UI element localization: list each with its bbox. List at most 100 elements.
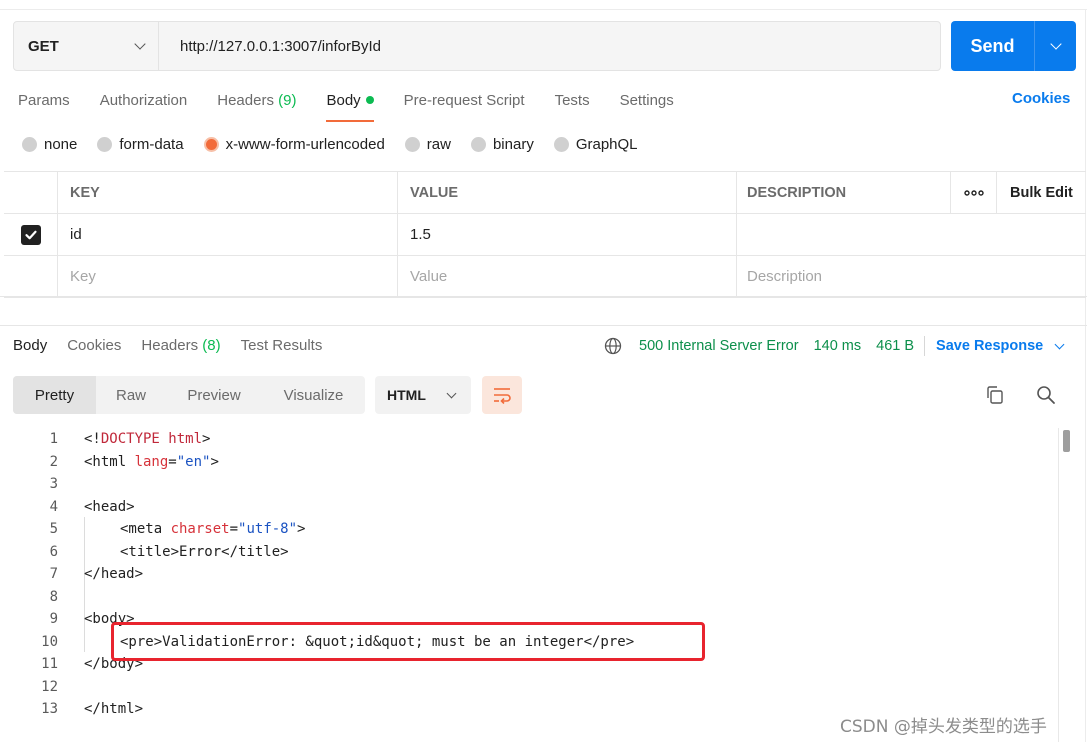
radio-binary[interactable]: binary bbox=[470, 136, 534, 153]
line-number: 10 bbox=[41, 633, 58, 650]
line-number: 6 bbox=[49, 543, 58, 560]
format-pretty[interactable]: Pretty bbox=[13, 376, 96, 414]
section-gap bbox=[0, 296, 1087, 324]
url-bar: GET http://127.0.0.1:3007/inforById bbox=[13, 21, 941, 71]
resp-tab-test-results[interactable]: Test Results bbox=[241, 337, 323, 354]
language-label: HTML bbox=[387, 387, 426, 403]
radio-label: raw bbox=[426, 136, 451, 153]
radio-circle-selected bbox=[203, 137, 219, 152]
code-line: 5 <meta charset="utf-8"> bbox=[0, 518, 1058, 541]
radio-label: none bbox=[44, 136, 78, 153]
copy-icon[interactable] bbox=[984, 384, 1006, 406]
tab-body-label: Body bbox=[326, 92, 361, 109]
response-size[interactable]: 461 B bbox=[876, 338, 914, 354]
format-visualize[interactable]: Visualize bbox=[262, 376, 365, 414]
row-checkbox[interactable] bbox=[4, 214, 58, 255]
scrollbar-track bbox=[1058, 428, 1059, 742]
header-check-cell bbox=[4, 172, 58, 213]
wrap-lines-button[interactable] bbox=[482, 376, 522, 414]
line-number: 1 bbox=[49, 431, 58, 447]
line-number: 3 bbox=[49, 476, 58, 492]
code-token: DOCTYPE bbox=[100, 431, 160, 447]
language-select[interactable]: HTML bbox=[375, 376, 471, 414]
code-line: 7 </head> bbox=[0, 563, 1058, 586]
line-number: 8 bbox=[49, 588, 58, 605]
send-options-button[interactable] bbox=[1035, 21, 1076, 71]
radio-label: form-data bbox=[119, 136, 184, 153]
line-number: 7 bbox=[49, 566, 58, 582]
scrollbar-thumb[interactable] bbox=[1063, 430, 1070, 452]
radio-form-data[interactable]: form-data bbox=[97, 136, 184, 153]
code-line: 2 <html lang="en"> bbox=[0, 451, 1058, 474]
line-number: 9 bbox=[49, 611, 58, 627]
code-line: 3 bbox=[0, 473, 1058, 496]
right-border bbox=[1085, 10, 1086, 742]
resp-tab-body[interactable]: Body bbox=[13, 337, 47, 354]
key-cell[interactable]: id bbox=[58, 214, 398, 255]
tab-authorization[interactable]: Authorization bbox=[100, 88, 188, 124]
bulk-edit-button[interactable]: Bulk Edit bbox=[997, 172, 1086, 213]
code-text: <html lang="en"> bbox=[84, 451, 219, 474]
radio-graphql[interactable]: GraphQL bbox=[553, 136, 638, 153]
code-token: "en" bbox=[176, 453, 211, 470]
header-value: VALUE bbox=[398, 172, 737, 213]
radio-none[interactable]: none bbox=[22, 136, 77, 153]
radio-circle bbox=[22, 137, 37, 152]
send-button-group: Send bbox=[951, 21, 1076, 71]
line-number: 4 bbox=[49, 498, 58, 515]
checkbox-checked bbox=[20, 224, 41, 245]
method-select[interactable]: GET bbox=[14, 22, 159, 70]
response-time[interactable]: 140 ms bbox=[814, 338, 862, 354]
empty-check-cell bbox=[4, 256, 58, 297]
code-token: > bbox=[202, 431, 211, 447]
save-response-button[interactable]: Save Response bbox=[936, 338, 1065, 354]
resp-tab-headers[interactable]: Headers (8) bbox=[141, 337, 220, 354]
code-text: </head> bbox=[84, 566, 144, 582]
url-input[interactable]: http://127.0.0.1:3007/inforById bbox=[159, 22, 940, 70]
resp-tab-cookies[interactable]: Cookies bbox=[67, 337, 121, 354]
divider bbox=[924, 336, 926, 356]
code-token: html bbox=[159, 431, 203, 447]
format-raw[interactable]: Raw bbox=[96, 376, 166, 414]
table-header-row: KEY VALUE DESCRIPTION Bulk Edit bbox=[4, 172, 1086, 214]
response-code-viewer[interactable]: 1 <!DOCTYPE html> 2 <html lang="en"> 3 4 <h… bbox=[0, 428, 1058, 721]
code-line: 12 bbox=[0, 676, 1058, 699]
cookies-link[interactable]: Cookies bbox=[1012, 90, 1070, 107]
description-cell[interactable] bbox=[737, 214, 1086, 255]
tab-tests[interactable]: Tests bbox=[555, 88, 590, 124]
code-text: </html> bbox=[84, 701, 144, 717]
send-button[interactable]: Send bbox=[951, 21, 1035, 71]
radio-raw[interactable]: raw bbox=[404, 136, 451, 153]
table-row-empty: Key Value Description bbox=[4, 256, 1086, 298]
tab-prerequest-script[interactable]: Pre-request Script bbox=[404, 88, 525, 124]
code-token: = bbox=[168, 453, 177, 470]
search-icon[interactable] bbox=[1035, 384, 1057, 406]
line-number: 5 bbox=[49, 521, 58, 537]
tab-headers[interactable]: Headers (9) bbox=[217, 88, 296, 124]
tab-body[interactable]: Body bbox=[326, 88, 374, 124]
chevron-down-icon bbox=[1049, 38, 1062, 50]
header-description: DESCRIPTION bbox=[737, 172, 951, 213]
code-token: = bbox=[229, 521, 239, 537]
tab-settings[interactable]: Settings bbox=[620, 88, 674, 124]
code-line: 1 <!DOCTYPE html> bbox=[0, 428, 1058, 451]
format-preview[interactable]: Preview bbox=[166, 376, 262, 414]
method-label: GET bbox=[28, 37, 59, 55]
divider bbox=[0, 325, 1087, 326]
code-token: > bbox=[297, 521, 306, 537]
description-input[interactable]: Description bbox=[737, 256, 1086, 297]
key-input[interactable]: Key bbox=[58, 256, 398, 297]
tab-params[interactable]: Params bbox=[18, 88, 70, 124]
value-cell[interactable]: 1.5 bbox=[398, 214, 737, 255]
more-options-button[interactable] bbox=[951, 172, 997, 213]
resp-tab-headers-label: Headers bbox=[141, 337, 199, 354]
radio-urlencoded[interactable]: x-www-form-urlencoded bbox=[203, 136, 385, 153]
code-token: <! bbox=[84, 431, 101, 447]
params-table: KEY VALUE DESCRIPTION Bulk Edit id 1.5 K… bbox=[4, 171, 1086, 298]
watermark: CSDN @掉头发类型的选手 bbox=[840, 717, 1047, 737]
radio-label: GraphQL bbox=[575, 136, 638, 153]
value-input[interactable]: Value bbox=[398, 256, 737, 297]
globe-icon[interactable] bbox=[604, 337, 622, 355]
status-code[interactable]: 500 Internal Server Error bbox=[639, 338, 799, 354]
code-text: <meta charset="utf-8"> bbox=[120, 518, 305, 541]
